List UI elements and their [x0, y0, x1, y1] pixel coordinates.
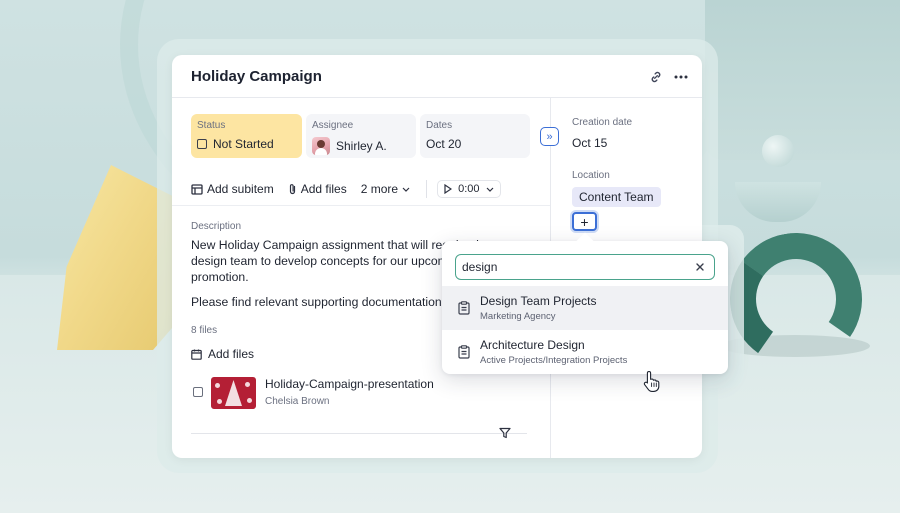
- add-files-link-label: Add files: [208, 347, 255, 361]
- add-files-label: Add files: [300, 182, 347, 196]
- search-result-item[interactable]: Design Team Projects Marketing Agency: [442, 286, 728, 330]
- dates-field[interactable]: Dates Oct 20: [420, 114, 530, 158]
- link-icon[interactable]: [646, 67, 666, 87]
- search-field[interactable]: [455, 254, 715, 280]
- expand-panel-button[interactable]: »: [540, 127, 559, 146]
- result-title: Architecture Design: [480, 338, 585, 352]
- toolbar-divider: [426, 180, 428, 198]
- time-tracker[interactable]: 0:00: [437, 180, 501, 198]
- add-files-button[interactable]: Add files: [288, 182, 347, 196]
- hand-cursor-icon: [643, 370, 660, 392]
- file-name[interactable]: Holiday-Campaign-presentation: [265, 377, 434, 391]
- add-subitem-label: Add subitem: [207, 182, 274, 196]
- add-subitem-button[interactable]: Add subitem: [191, 182, 274, 196]
- dates-label: Dates: [426, 120, 453, 131]
- file-owner: Chelsia Brown: [265, 396, 330, 407]
- filter-icon[interactable]: [498, 426, 512, 440]
- background-bowl: [735, 182, 821, 222]
- subitem-icon: [191, 183, 203, 195]
- checkbox-icon: [197, 139, 207, 149]
- creation-date-value: Oct 15: [572, 136, 608, 150]
- play-icon: [444, 184, 453, 194]
- more-horizontal-icon[interactable]: [671, 67, 691, 87]
- description-label: Description: [191, 221, 242, 232]
- chevron-down-icon: [402, 187, 410, 192]
- status-value: Not Started: [213, 137, 274, 151]
- creation-date-label: Creation date: [572, 117, 633, 128]
- file-checkbox[interactable]: [193, 387, 203, 397]
- plus-icon: +: [580, 213, 589, 230]
- chevron-down-icon: [486, 187, 493, 192]
- timer-value: 0:00: [458, 183, 480, 195]
- result-subtitle: Marketing Agency: [480, 311, 556, 322]
- result-subtitle: Active Projects/Integration Projects: [480, 355, 628, 366]
- background-sphere: [762, 135, 794, 167]
- toolbar: Add subitem Add files 2 more 0:00: [191, 179, 501, 199]
- double-chevron-right-icon: »: [546, 130, 553, 143]
- assignee-value: Shirley A.: [336, 139, 387, 153]
- search-result-item[interactable]: Architecture Design Active Projects/Inte…: [442, 330, 728, 374]
- more-dropdown[interactable]: 2 more: [361, 182, 410, 196]
- add-files-link[interactable]: Add files: [191, 347, 254, 361]
- dates-value: Oct 20: [426, 137, 462, 151]
- search-input[interactable]: [462, 258, 687, 276]
- result-title: Design Team Projects: [480, 294, 597, 308]
- section-divider: [172, 205, 550, 206]
- assignee-field[interactable]: Assignee Shirley A.: [306, 114, 416, 158]
- card-title: Holiday Campaign: [191, 68, 322, 85]
- location-label: Location: [572, 170, 610, 181]
- files-count: 8 files: [191, 325, 218, 336]
- calendar-file-icon: [191, 349, 202, 360]
- files-divider: [191, 433, 527, 434]
- file-thumbnail: [211, 377, 256, 409]
- more-label: 2 more: [360, 182, 399, 196]
- close-icon[interactable]: [694, 261, 706, 273]
- assignee-label: Assignee: [312, 120, 354, 131]
- location-tag[interactable]: Content Team: [572, 187, 661, 207]
- paperclip-icon: [289, 184, 295, 195]
- status-field[interactable]: Status Not Started: [191, 114, 302, 158]
- card-header: Holiday Campaign: [172, 55, 702, 98]
- location-search-popover: Design Team Projects Marketing Agency Ar…: [442, 241, 728, 374]
- status-label: Status: [197, 120, 226, 131]
- clipboard-icon: [458, 301, 470, 315]
- avatar: [312, 137, 330, 155]
- add-location-button[interactable]: +: [572, 212, 597, 231]
- background-plinth: [705, 0, 900, 160]
- list-item[interactable]: Holiday-Campaign-presentation Chelsia Br…: [191, 375, 531, 411]
- clipboard-icon: [458, 345, 470, 359]
